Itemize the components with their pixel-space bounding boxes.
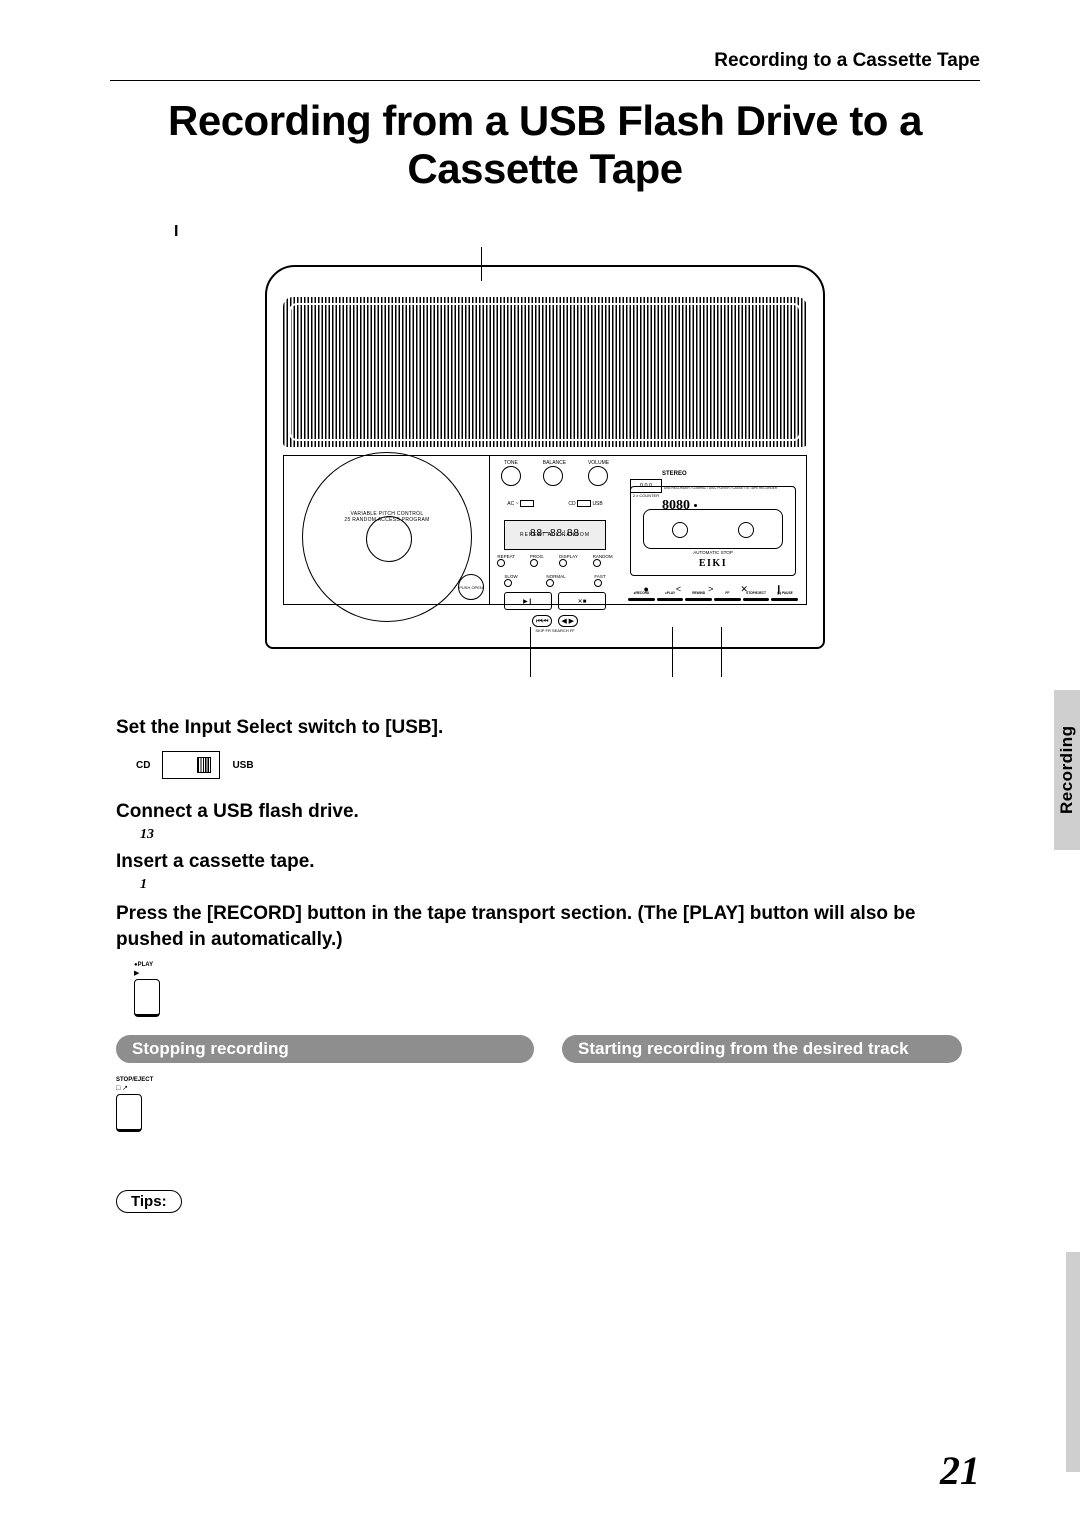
- switch-figure: CD USB: [136, 751, 980, 793]
- step-3-ref: 1: [140, 877, 980, 893]
- cassette-door[interactable]: AUTOMATIC STOP EIKI: [630, 486, 796, 576]
- stop-clear-button[interactable]: ✕■: [558, 592, 606, 610]
- random-button[interactable]: [593, 559, 601, 567]
- starting-recording-heading: Starting recording from the desired trac…: [562, 1035, 962, 1063]
- speaker-grill: [283, 297, 807, 447]
- page-title: Recording from a USB Flash Drive to a Ca…: [110, 97, 980, 193]
- callout-line: [672, 627, 673, 677]
- callout-line: [530, 627, 531, 677]
- eiki-brand-label: EIKI: [631, 558, 795, 569]
- fast-label: FAST: [594, 574, 605, 579]
- cassette-window: [643, 509, 783, 549]
- normal-label: NORMAL: [546, 574, 565, 579]
- tape-record-button[interactable]: ●RECORD: [628, 598, 655, 601]
- prog-button[interactable]: [530, 559, 538, 567]
- balance-label: BALANCE: [543, 460, 566, 466]
- ac-label: AC ~: [507, 501, 518, 507]
- cd-text-2: 25 RANDOM ACCESS PROGRAM: [344, 517, 429, 523]
- volume-knob[interactable]: [588, 466, 608, 486]
- switch-cd-label: CD: [136, 760, 150, 771]
- callout-line: [721, 627, 722, 677]
- display-label: DISPLAY: [559, 554, 578, 559]
- random-label: RANDOM: [593, 554, 613, 559]
- prog-label: PROG.: [530, 554, 545, 559]
- slow-label: SLOW: [504, 574, 517, 579]
- mid-controls: TONE BALANCE VOLUME AC ~ CD USB REPEAT A…: [490, 456, 620, 604]
- push-open-button[interactable]: PUSH OPEN: [458, 574, 484, 600]
- tape-rewind-button[interactable]: REWIND: [685, 598, 712, 601]
- step-4: Press the [RECORD] button in the tape tr…: [116, 901, 980, 952]
- stop-key-figure: STOP/EJECT □ ↗: [116, 1077, 534, 1132]
- spool-right-icon: [738, 522, 754, 538]
- skip-prev-button[interactable]: ⏮⏮: [532, 615, 552, 627]
- stereo-label: STEREO: [662, 471, 687, 477]
- stop-key-label: STOP/EJECT: [116, 1077, 534, 1083]
- callout-marker: I: [174, 223, 980, 241]
- repeat-button[interactable]: [497, 559, 505, 567]
- normal-button[interactable]: [546, 579, 554, 587]
- page-number: 21: [940, 1447, 980, 1494]
- cd-disc-icon: VARIABLE PITCH CONTROL 25 RANDOM ACCESS …: [302, 452, 472, 622]
- repeat-label: REPEAT: [497, 554, 515, 559]
- balance-knob[interactable]: [543, 466, 563, 486]
- step-1: Set the Input Select switch to [USB].: [116, 717, 980, 739]
- stopping-recording-heading: Stopping recording: [116, 1035, 534, 1063]
- tape-ff-button[interactable]: FF: [714, 598, 741, 601]
- skip-labels: SKIP FR SEARCH FF: [490, 628, 620, 633]
- display-button[interactable]: [559, 559, 567, 567]
- step-3: Insert a cassette tape.: [116, 851, 980, 873]
- cd-sw-label: CD: [568, 501, 575, 507]
- fast-button[interactable]: [594, 579, 602, 587]
- section-tab: Recording: [1054, 690, 1080, 850]
- tape-stop-eject-button[interactable]: STOP/EJECT: [743, 598, 770, 601]
- control-panel: VARIABLE PITCH CONTROL 25 RANDOM ACCESS …: [283, 455, 807, 605]
- device-illustration: VARIABLE PITCH CONTROL 25 RANDOM ACCESS …: [265, 247, 825, 677]
- play-key-label: ●PLAY: [134, 962, 980, 968]
- input-switch[interactable]: [577, 500, 591, 507]
- input-select-slot: [162, 751, 220, 779]
- tone-knob[interactable]: [501, 466, 521, 486]
- tips-label: Tips:: [116, 1190, 182, 1213]
- play-pause-button[interactable]: ▶❙: [504, 592, 552, 610]
- page-edge-tab: [1066, 1252, 1080, 1472]
- usb-sw-label: USB: [592, 501, 602, 507]
- cd-section: VARIABLE PITCH CONTROL 25 RANDOM ACCESS …: [284, 456, 490, 604]
- spool-left-icon: [672, 522, 688, 538]
- step-2-ref: 13: [140, 827, 980, 843]
- display-top-text: REPEAT ALL RANDOM: [505, 522, 605, 548]
- step-2: Connect a USB flash drive.: [116, 801, 980, 823]
- skip-next-button[interactable]: ◀ ▶: [558, 615, 578, 627]
- tape-section: 0 0 0 2 x COUNTER STEREO USB RECORDER / …: [620, 456, 806, 604]
- stop-key-shape[interactable]: [116, 1094, 142, 1132]
- play-triangle-icon: ▶: [134, 969, 980, 977]
- steps-section: Set the Input Select switch to [USB]. CD…: [110, 717, 980, 1213]
- stop-eject-icon: □ ↗: [116, 1084, 534, 1092]
- power-switch[interactable]: [520, 500, 534, 507]
- switch-usb-label: USB: [232, 760, 253, 771]
- play-key-shape[interactable]: [134, 979, 160, 1017]
- auto-stop-label: AUTOMATIC STOP: [631, 550, 795, 555]
- tape-pause-button[interactable]: ❙❙PAUSE: [771, 598, 798, 601]
- tape-play-button[interactable]: ●PLAY: [657, 598, 684, 601]
- slow-button[interactable]: [504, 579, 512, 587]
- play-key-figure: ●PLAY ▶: [134, 962, 980, 1017]
- manual-page: Recording to a Cassette Tape Recording f…: [0, 0, 1080, 1528]
- running-head: Recording to a Cassette Tape: [110, 50, 980, 81]
- input-select-handle[interactable]: [197, 757, 211, 773]
- skip-search-row: ⏮⏮ ◀ ▶ SKIP FR SEARCH FF: [490, 615, 620, 633]
- lcd-display: REPEAT ALL RANDOM 88−88:88: [504, 520, 606, 550]
